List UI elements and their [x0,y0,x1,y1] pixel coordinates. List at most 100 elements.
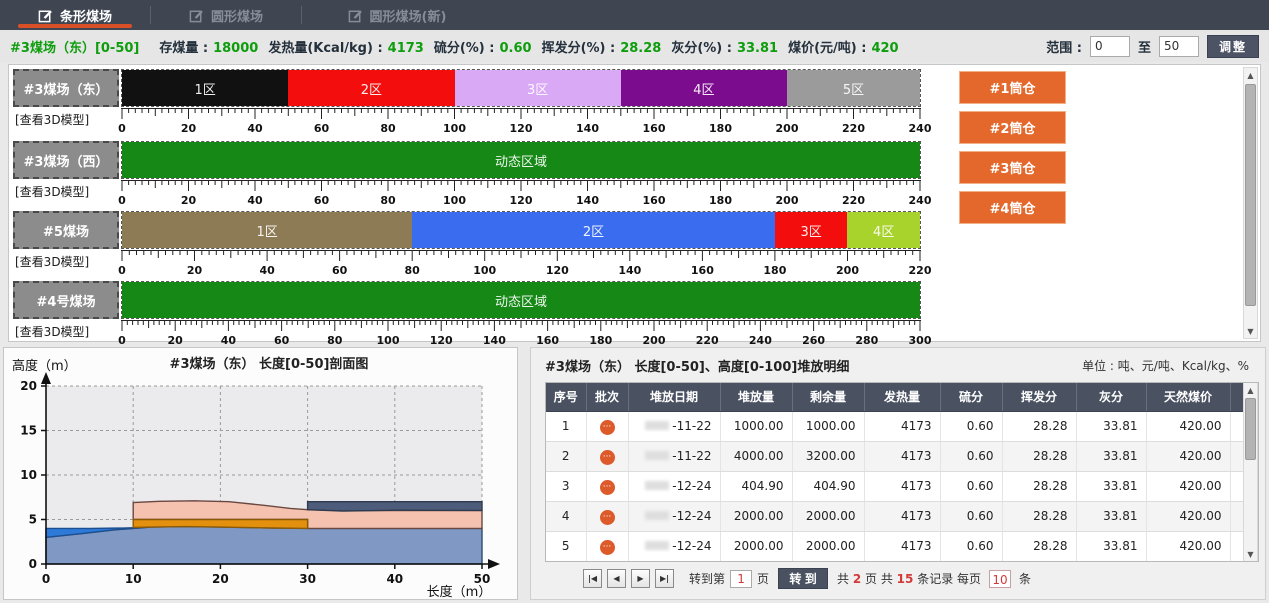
silo-button-3[interactable]: #3筒仓 [959,151,1066,184]
cell-remain: 2000.00 [792,501,864,531]
batch-comment-icon[interactable]: ··· [600,510,615,525]
detail-table-panel: #3煤场（东） 长度[0-50]、高度[0-100]堆放明细 单位 : 吨、元/… [530,347,1266,600]
cell-no: 3 [546,471,586,501]
silo-button-1[interactable]: #1筒仓 [959,71,1066,104]
view-3d-model-link[interactable]: [查看3D模型] [15,183,89,200]
scrollbar-thumb[interactable] [1245,398,1256,460]
metric-value: 0.60 [499,41,531,56]
svg-text:10: 10 [125,572,142,586]
tab-bar: 条形煤场圆形煤场圆形煤场(新) [0,0,1269,30]
view-3d-model-link[interactable]: [查看3D模型] [15,323,89,340]
yards-panel: #3煤场（东）[查看3D模型]1区2区3区4区5区020406080100120… [8,64,1261,342]
prev-page-button[interactable]: ◀ [607,569,626,588]
svg-text:0: 0 [118,122,126,135]
batch-comment-icon[interactable]: ··· [600,480,615,495]
cell-no: 5 [546,531,586,561]
silo-button-4[interactable]: #4筒仓 [959,191,1066,224]
yard-axis: 020406080100120140160180200220240 [121,180,921,207]
yard-label-1[interactable]: #3煤场（东） [13,69,119,107]
last-page-button[interactable]: ▶| [655,569,674,588]
svg-text:120: 120 [430,334,453,347]
scroll-down-icon[interactable]: ▼ [1244,324,1257,338]
zone-3区[interactable]: 3区 [775,212,848,248]
yard-label-2[interactable]: #3煤场（西） [13,141,119,179]
svg-text:140: 140 [618,264,641,277]
scrollbar-thumb[interactable] [1245,84,1256,306]
per-page-input[interactable]: 10 [989,570,1011,588]
svg-text:160: 160 [643,122,666,135]
scroll-down-icon[interactable]: ▼ [1244,547,1257,561]
svg-text:80: 80 [327,334,343,347]
scroll-up-icon[interactable]: ▲ [1244,68,1257,82]
metric-label: 硫分(%) : [434,41,495,56]
tab-1[interactable]: 条形煤场 [0,0,150,30]
goto-button[interactable]: 转 到 [778,568,828,589]
silo-button-2[interactable]: #2筒仓 [959,111,1066,144]
cell-qty: 4000.00 [720,441,792,471]
redacted-year [645,541,669,550]
first-page-button[interactable]: |◀ [583,569,602,588]
svg-text:260: 260 [802,334,825,347]
range-from-input[interactable] [1090,36,1130,57]
table-scrollbar[interactable]: ▲ ▼ [1243,383,1258,561]
zone-3区[interactable]: 3区 [455,70,621,106]
zone-2区[interactable]: 2区 [288,70,454,106]
svg-text:140: 140 [576,122,599,135]
svg-text:100: 100 [473,264,496,277]
batch-comment-icon[interactable]: ··· [600,540,615,555]
edit-icon [38,8,53,23]
yard-label-4[interactable]: #4号煤场 [13,281,119,319]
cell-sulfur: 0.60 [940,531,1002,561]
svg-text:120: 120 [510,122,533,135]
svg-text:200: 200 [643,334,666,347]
cell-heat: 4173 [864,501,940,531]
view-3d-model-link[interactable]: [查看3D模型] [15,111,89,128]
zone-4区[interactable]: 4区 [621,70,787,106]
batch-comment-icon[interactable]: ··· [600,450,615,465]
zone-动态区域[interactable]: 动态区域 [122,282,920,318]
cell-qty: 2000.00 [720,501,792,531]
svg-text:200: 200 [836,264,859,277]
svg-text:40: 40 [386,572,403,586]
tab-2[interactable]: 圆形煤场 [151,0,301,30]
svg-text:220: 220 [842,122,865,135]
zone-5区[interactable]: 5区 [787,70,920,106]
cell-date: -12-24 [628,501,720,531]
range-to-input[interactable] [1159,36,1199,57]
view-3d-model-link[interactable]: [查看3D模型] [15,253,89,270]
page-number-input[interactable] [730,570,752,588]
zone-4区[interactable]: 4区 [847,212,920,248]
batch-comment-icon[interactable]: ··· [600,420,615,435]
goto-label-pre: 转到第 [689,570,725,587]
yard-label-3[interactable]: #5煤场 [13,211,119,249]
column-header: 灰分 [1076,383,1146,411]
column-header: 堆放量 [720,383,792,411]
zone-动态区域[interactable]: 动态区域 [122,142,920,178]
cell-price: 420.00 [1146,411,1230,441]
metric-label: 挥发分(%) : [542,41,616,56]
metric-value: 18000 [213,41,258,56]
tab-3[interactable]: 圆形煤场(新) [302,0,492,30]
cell-ash: 33.81 [1076,411,1146,441]
yards-scrollbar[interactable]: ▲ ▼ [1243,67,1258,339]
cell-sulfur: 0.60 [940,441,1002,471]
svg-text:40: 40 [247,122,263,135]
cell-remain: 2000.00 [792,531,864,561]
metric-label: 存煤量 : [159,41,208,56]
svg-text:20: 20 [168,334,184,347]
next-page-button[interactable]: ▶ [631,569,650,588]
zone-1区[interactable]: 1区 [122,70,288,106]
column-header: 剩余量 [792,383,864,411]
cell-price: 420.00 [1146,441,1230,471]
svg-text:200: 200 [776,194,799,207]
svg-text:100: 100 [443,122,466,135]
cell-date: -12-24 [628,531,720,561]
adjust-button[interactable]: 调整 [1207,35,1259,58]
cell-batch: ··· [586,441,628,471]
zone-1区[interactable]: 1区 [122,212,412,248]
cell-heat: 4173 [864,411,940,441]
yard-bar-4: 动态区域 [121,281,921,319]
yard-bar-3: 1区2区3区4区 [121,211,921,249]
zone-2区[interactable]: 2区 [412,212,775,248]
scroll-up-icon[interactable]: ▲ [1244,383,1257,397]
